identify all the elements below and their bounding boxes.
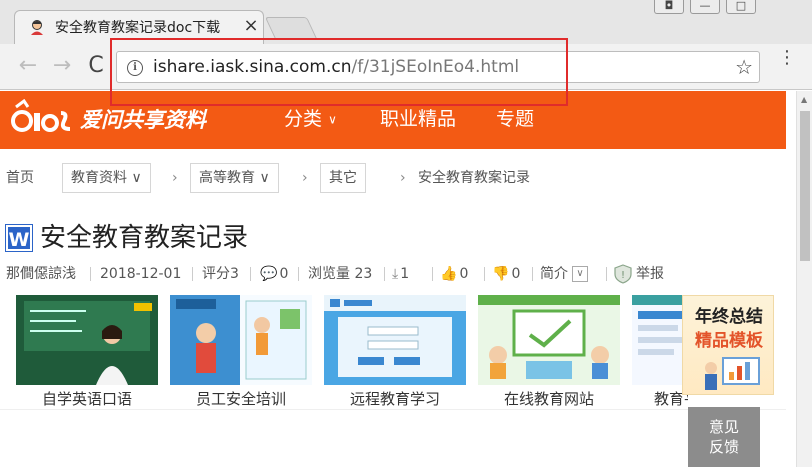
meta-divider	[90, 267, 91, 281]
scrollbar-thumb[interactable]	[800, 111, 810, 261]
site-logo-text[interactable]: 爱问共享资料	[80, 107, 206, 133]
like-button[interactable]: 👍 0	[440, 263, 468, 285]
crumb-higher-education-label: 高等教育	[199, 170, 255, 186]
url-highlight-annotation	[110, 38, 568, 106]
view-count: 浏览量 23	[308, 266, 373, 282]
comment-icon: 💬	[260, 266, 278, 282]
page-title: 安全教育教案记录	[40, 223, 249, 253]
crumb-separator-icon: ›	[302, 170, 308, 186]
report-button[interactable]: ! 举报	[614, 263, 664, 285]
author-link[interactable]: 那僴僫諒浅	[6, 263, 76, 285]
bookmark-star-icon[interactable]: ☆	[735, 55, 753, 79]
tab-title: 安全教育教案记录doc下载	[55, 20, 221, 36]
browser-window: 安全教育教案记录doc下载 × ◘ — □ ← → C i ishare.ias…	[0, 0, 812, 467]
crumb-other[interactable]: 其它	[320, 163, 366, 193]
chevron-down-icon: ∨	[131, 170, 142, 186]
browser-menu-icon[interactable]: ⋮	[778, 49, 796, 80]
year-end-template-ad[interactable]: 年终总结 精品模板	[682, 295, 774, 395]
feedback-line2: 反馈	[708, 438, 739, 456]
dislike-count: 0	[511, 266, 521, 282]
nav-category[interactable]: 分类 ∨	[284, 107, 337, 132]
crumb-education[interactable]: 教育资料 ∨	[62, 163, 151, 193]
intro-label: 简介	[540, 266, 568, 282]
profile-button[interactable]: ◘	[654, 0, 684, 14]
crumb-current: 安全教育教案记录	[418, 170, 530, 186]
comment-count-value: 0	[279, 266, 289, 282]
recommendation-label[interactable]: 员工安全培训	[166, 389, 316, 409]
meta-divider	[432, 267, 433, 281]
minimize-icon: —	[699, 0, 711, 12]
english-lesson-thumbnail	[16, 295, 158, 385]
maximize-icon: □	[735, 0, 747, 12]
back-arrow-icon[interactable]: ←	[14, 52, 42, 80]
recommendation-thumb[interactable]	[170, 295, 312, 385]
feedback-button[interactable]: 意见 反馈	[688, 407, 760, 467]
crumb-education-label: 教育资料	[71, 170, 127, 186]
document-meta: 那僴僫諒浅 2018-12-01 评分3 💬 0 浏览量 23 ⤓ 1 👍 0 👎 0 …	[0, 263, 786, 285]
upload-date: 2018-12-01	[100, 266, 182, 282]
recommendation-thumb[interactable]	[324, 295, 466, 385]
page-scrollbar[interactable]: ▲	[796, 91, 812, 467]
section-divider	[0, 409, 786, 410]
remote-education-thumbnail	[324, 295, 466, 385]
nav-career-premium[interactable]: 职业精品	[380, 107, 456, 131]
maximize-button[interactable]: □	[726, 0, 756, 14]
thumbs-up-icon: 👍	[440, 266, 458, 282]
user-avatar-icon	[31, 20, 43, 35]
rating: 评分3	[202, 266, 239, 282]
meta-divider	[384, 267, 385, 281]
chevron-down-icon: ∨	[572, 266, 588, 282]
thumbs-down-icon: 👎	[492, 266, 510, 282]
meta-divider	[606, 267, 607, 281]
reload-icon[interactable]: C	[82, 52, 110, 80]
meta-divider	[484, 267, 485, 281]
dislike-button[interactable]: 👎 0	[492, 263, 520, 285]
recommendation-label[interactable]: 在线教育网站	[474, 389, 624, 409]
ad-subtitle: 精品模板	[695, 331, 763, 351]
ad-title: 年终总结	[695, 307, 763, 327]
presenter-illustration-icon	[705, 357, 760, 390]
new-tab-button[interactable]	[264, 17, 318, 39]
safety-training-thumbnail	[170, 295, 312, 385]
word-document-icon: W	[5, 224, 33, 252]
report-label: 举报	[636, 266, 664, 282]
like-count: 0	[459, 266, 469, 282]
breadcrumb: 首页 教育资料 ∨ › 高等教育 ∨ › 其它 › 安全教育教案记录	[0, 163, 786, 193]
meta-divider	[532, 267, 533, 281]
intro-toggle[interactable]: 简介 ∨	[540, 263, 588, 285]
comment-count[interactable]: 💬 0	[260, 263, 288, 285]
recommendation-label[interactable]: 远程教育学习	[320, 389, 470, 409]
meta-divider	[298, 267, 299, 281]
crumb-separator-icon: ›	[172, 170, 178, 186]
feedback-line1: 意见	[708, 418, 739, 436]
crumb-higher-education[interactable]: 高等教育 ∨	[190, 163, 279, 193]
recommendation-thumb[interactable]	[478, 295, 620, 385]
chevron-down-icon: ∨	[328, 112, 337, 127]
profile-icon: ◘	[664, 0, 674, 12]
download-count[interactable]: ⤓ 1	[392, 263, 409, 285]
download-icon: ⤓	[392, 266, 399, 282]
crumb-separator-icon: ›	[400, 170, 406, 186]
svg-text:!: !	[621, 270, 625, 281]
page-viewport: 爱问共享资料 分类 ∨ 职业精品 专题 首页 教育资料 ∨ › 高等教育 ∨ ›…	[0, 91, 796, 467]
recommendation-thumb[interactable]	[16, 295, 158, 385]
forward-arrow-icon[interactable]: →	[48, 52, 76, 80]
online-education-thumbnail	[478, 295, 620, 385]
scroll-up-icon[interactable]: ▲	[801, 95, 807, 104]
recommendation-label[interactable]: 教育平台公司	[628, 389, 688, 409]
chevron-down-icon: ∨	[259, 170, 270, 186]
download-count-value: 1	[400, 266, 410, 282]
meta-divider	[250, 267, 251, 281]
nav-topics[interactable]: 专题	[496, 107, 534, 131]
recommendation-label[interactable]: 自学英语口语	[12, 389, 162, 409]
tab-close-icon[interactable]: ×	[241, 16, 261, 36]
meta-divider	[192, 267, 193, 281]
minimize-button[interactable]: —	[690, 0, 720, 14]
recommendation-strip: 自学英语口语 员工安全培训 远程教育学习 在线教育网站 教育	[0, 295, 786, 411]
shield-icon: !	[614, 264, 632, 284]
iask-logo-icon[interactable]	[6, 99, 76, 139]
crumb-home[interactable]: 首页	[6, 163, 34, 193]
nav-category-label: 分类	[284, 108, 323, 130]
